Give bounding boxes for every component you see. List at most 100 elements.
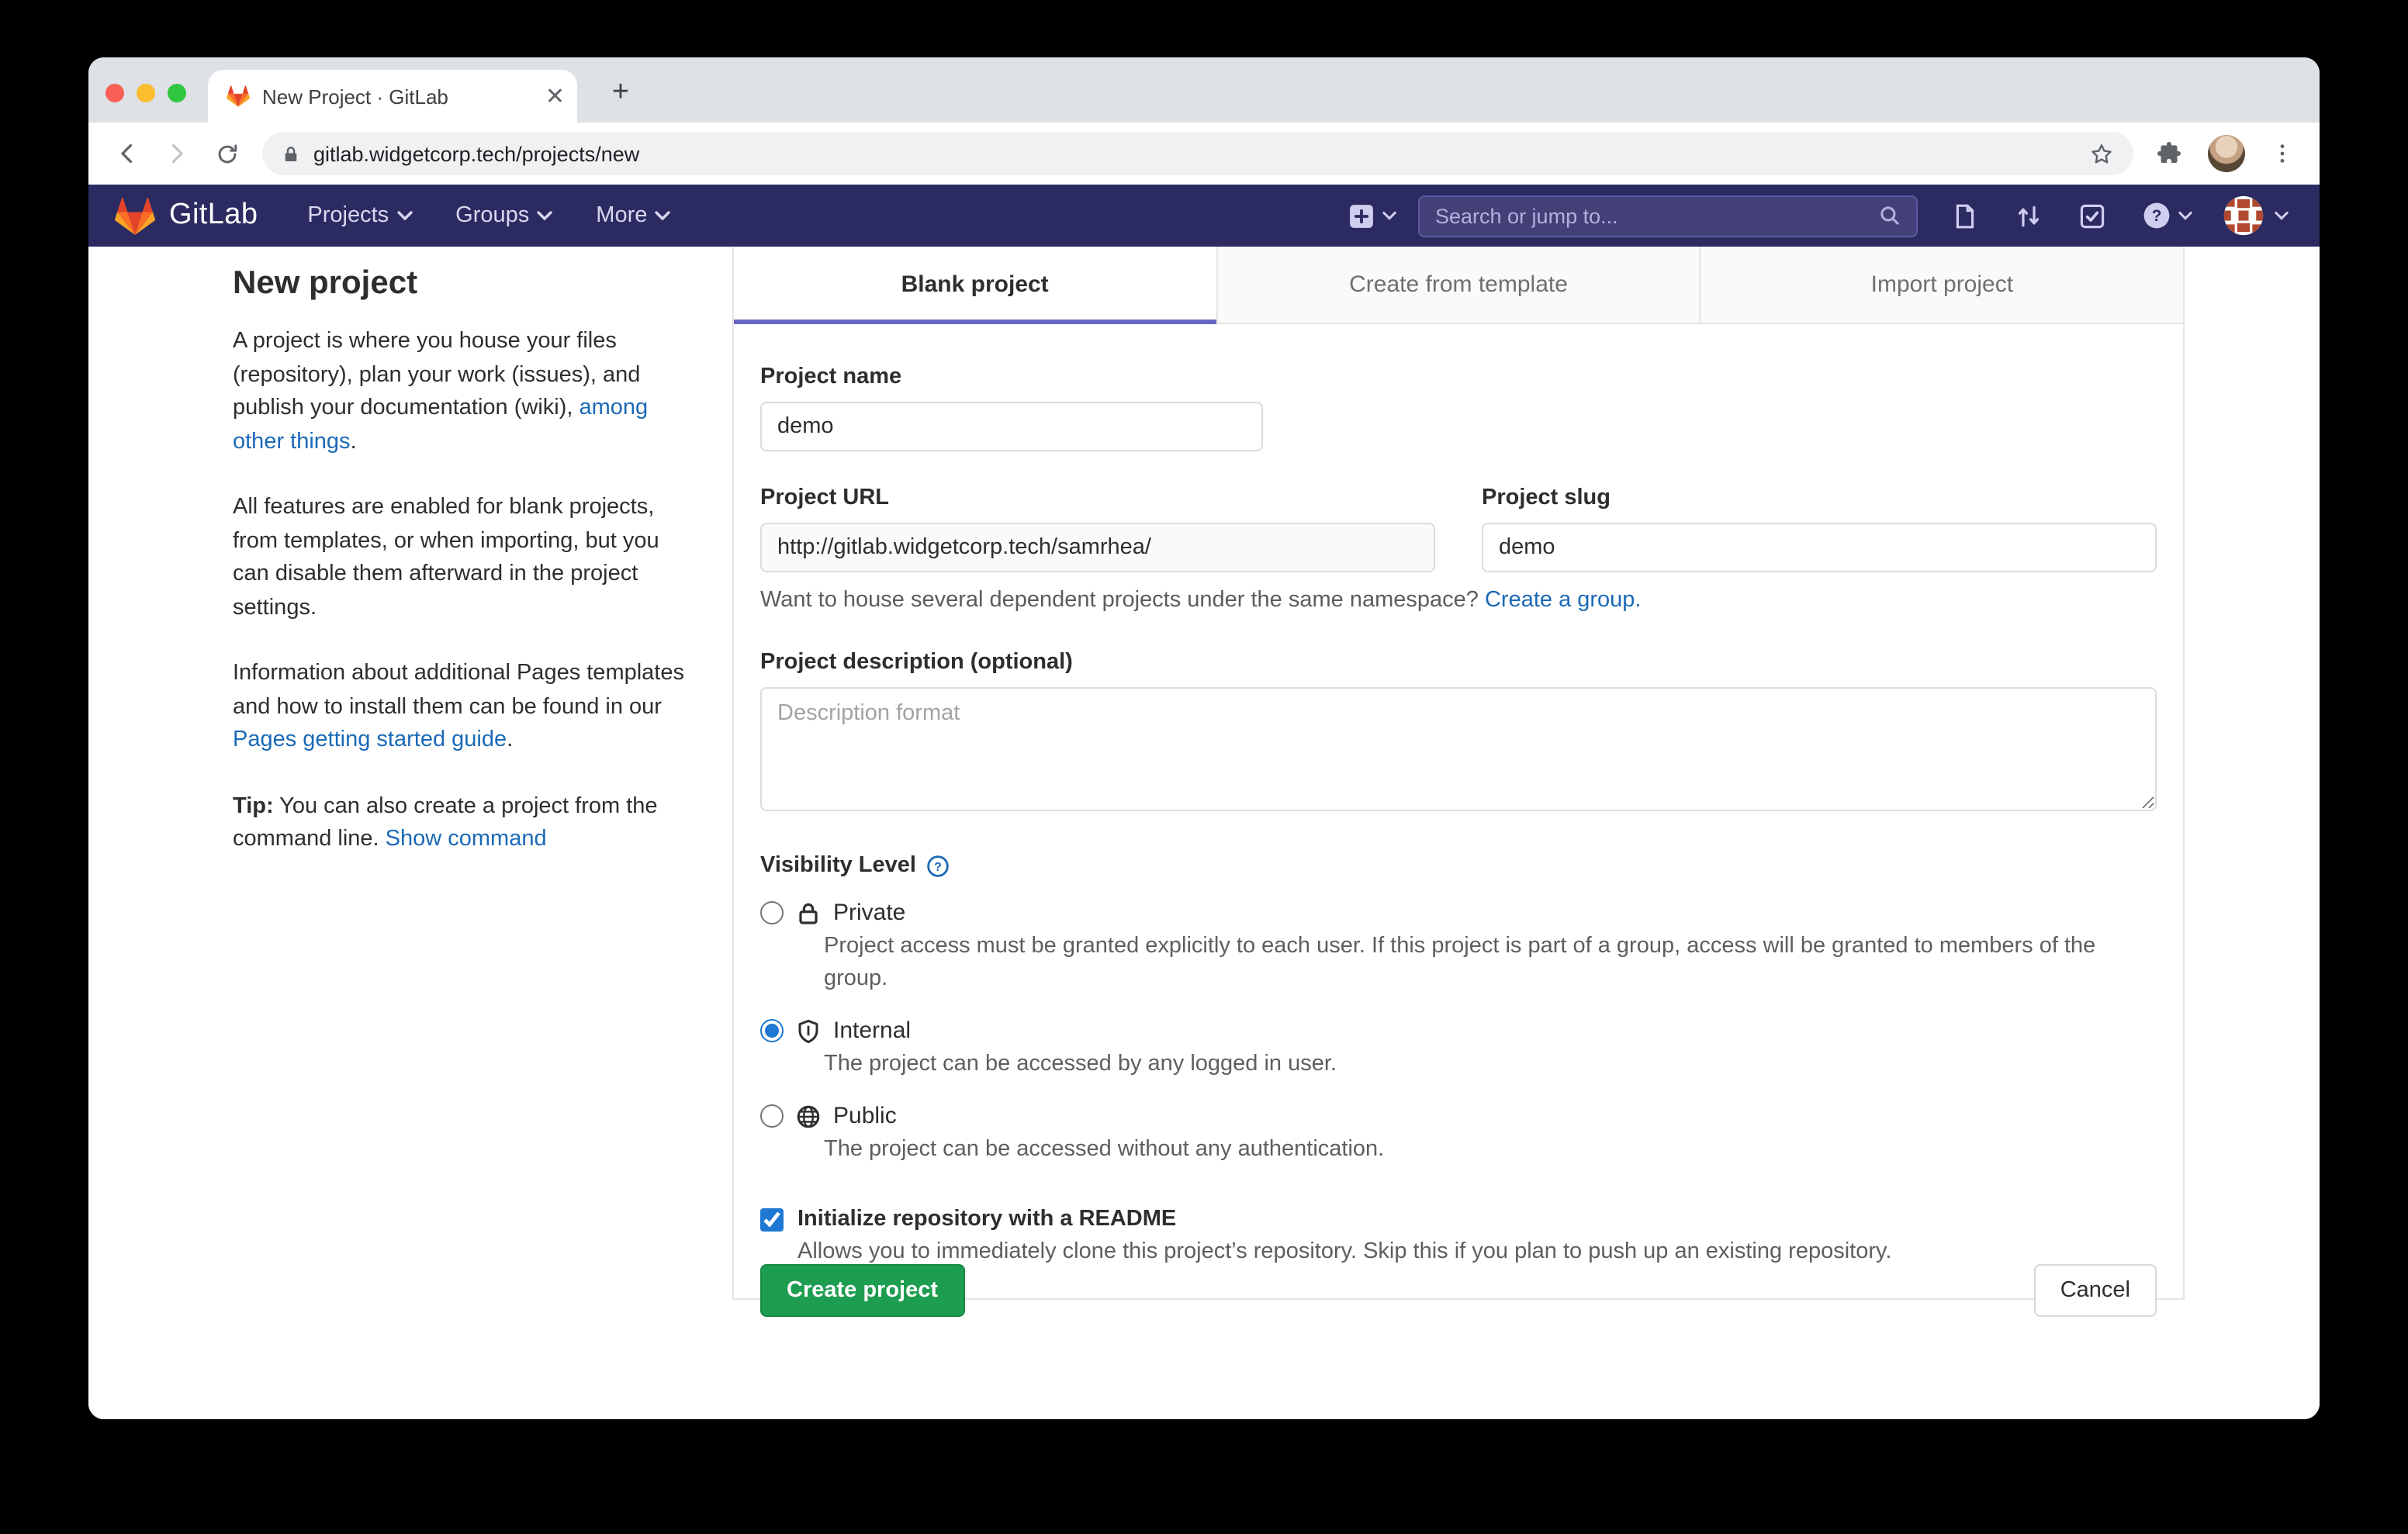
create-project-button[interactable]: Create project <box>760 1264 964 1317</box>
browser-toolbar: gitlab.widgetcorp.tech/projects/new <box>88 123 2320 185</box>
gitlab-nav-icons: ? <box>1952 202 2192 230</box>
readme-desc: Allows you to immediately clone this pro… <box>797 1239 2157 1264</box>
merge-requests-icon[interactable] <box>2015 202 2042 229</box>
browser-menu-kebab-icon[interactable] <box>2270 141 2295 166</box>
toolbar-extras <box>2155 135 2295 172</box>
sidebar-paragraph: Information about additional Pages templ… <box>233 658 687 758</box>
page-title: New project <box>233 265 687 302</box>
project-name-label: Project name <box>760 364 2157 389</box>
project-slug-input[interactable] <box>1482 523 2157 572</box>
nav-more[interactable]: More <box>596 203 670 228</box>
nav-projects[interactable]: Projects <box>307 203 412 228</box>
bookmark-star-icon[interactable] <box>2088 140 2115 167</box>
svg-text:?: ? <box>935 860 943 873</box>
tab-title: New Project · GitLab <box>262 85 533 108</box>
search-icon <box>1879 205 1901 226</box>
visibility-option-desc: Project access must be granted explicitl… <box>824 931 2157 996</box>
tab-close-icon[interactable]: ✕ <box>545 85 565 108</box>
svg-text:?: ? <box>2152 207 2162 225</box>
internal-radio[interactable] <box>760 1019 784 1042</box>
help-menu-button[interactable]: ? <box>2143 202 2192 230</box>
minimize-window-icon[interactable] <box>137 84 155 102</box>
visibility-option-desc: The project can be accessed by any logge… <box>824 1049 2157 1081</box>
tab-create-from-template[interactable]: Create from template <box>1216 247 1699 323</box>
project-slug-label: Project slug <box>1482 485 2157 510</box>
tab-import-project[interactable]: Import project <box>1700 247 2183 323</box>
issues-icon[interactable] <box>1952 202 1978 229</box>
visibility-option-name: Private <box>833 900 905 926</box>
forward-arrow-icon <box>163 140 191 168</box>
chevron-down-icon <box>2178 211 2192 220</box>
visibility-option-name: Public <box>833 1103 897 1129</box>
chevron-down-icon <box>655 211 670 220</box>
new-project-panel: Blank project Create from template Impor… <box>732 247 2185 1300</box>
lock-icon <box>281 143 301 164</box>
gitlab-favicon <box>227 85 250 107</box>
browser-tab[interactable]: New Project · GitLab ✕ <box>208 70 577 123</box>
zoom-window-icon[interactable] <box>168 84 186 102</box>
nav-groups[interactable]: Groups <box>455 203 552 228</box>
help-icon: ? <box>2143 202 2171 230</box>
tab-blank-project[interactable]: Blank project <box>734 247 1216 323</box>
chevron-down-icon <box>1382 211 1396 220</box>
user-avatar <box>2223 195 2264 236</box>
new-menu-button[interactable] <box>1348 202 1396 229</box>
browser-tabstrip: New Project · GitLab ✕ + <box>88 57 2320 123</box>
visibility-option-desc: The project can be accessed without any … <box>824 1134 2157 1166</box>
user-menu-button[interactable] <box>2223 195 2289 236</box>
screen: New Project · GitLab ✕ + gitlab.widgetc <box>0 0 2408 1534</box>
readme-checkbox[interactable] <box>760 1208 784 1231</box>
readme-label: Initialize repository with a README <box>797 1207 1176 1232</box>
cancel-button[interactable]: Cancel <box>2034 1264 2157 1317</box>
globe-icon <box>796 1104 821 1128</box>
chevron-down-icon <box>396 211 412 220</box>
show-command-link[interactable]: Show command <box>386 827 547 852</box>
private-radio[interactable] <box>760 901 784 924</box>
gitlab-tanuki-icon <box>115 196 155 235</box>
sidebar: New project A project is where you house… <box>233 265 687 890</box>
chevron-down-icon <box>2275 211 2289 220</box>
project-description-label: Project description (optional) <box>760 650 2157 675</box>
project-name-input[interactable] <box>760 402 1263 451</box>
blank-project-form: Project name Project URL Project slug <box>734 324 2183 1335</box>
back-arrow-icon <box>113 140 141 168</box>
readme-section: Initialize repository with a README Allo… <box>760 1207 2157 1264</box>
gitlab-logo[interactable]: GitLab <box>115 196 258 235</box>
url-text: gitlab.widgetcorp.tech/projects/new <box>313 142 2076 165</box>
namespace-hint: Want to house several dependent projects… <box>760 588 2157 613</box>
visibility-help-icon[interactable]: ? <box>927 854 950 877</box>
browser-window: New Project · GitLab ✕ + gitlab.widgetc <box>88 57 2320 1419</box>
extensions-puzzle-icon[interactable] <box>2155 140 2183 168</box>
shield-icon <box>796 1018 821 1043</box>
address-bar[interactable]: gitlab.widgetcorp.tech/projects/new <box>262 132 2133 175</box>
public-radio[interactable] <box>760 1104 784 1128</box>
forward-button[interactable] <box>154 130 200 177</box>
sidebar-tip: Tip: You can also create a project from … <box>233 790 687 857</box>
back-button[interactable] <box>104 130 150 177</box>
pages-guide-link[interactable]: Pages getting started guide <box>233 727 507 752</box>
project-description-input[interactable] <box>760 687 2157 811</box>
chevron-down-icon <box>537 211 552 220</box>
create-group-link[interactable]: Create a group. <box>1485 588 1642 613</box>
form-actions: Create project Cancel <box>760 1264 2157 1317</box>
gitlab-navbar: GitLab Projects Groups More <box>88 185 2320 247</box>
new-tab-button[interactable]: + <box>600 73 641 113</box>
visibility-option-public: Public The project can be accessed witho… <box>760 1103 2157 1166</box>
plus-square-icon <box>1348 202 1375 229</box>
visibility-option-name: Internal <box>833 1017 911 1044</box>
sidebar-paragraph: All features are enabled for blank proje… <box>233 492 687 625</box>
visibility-level-label: Visibility Level ? <box>760 853 2157 878</box>
search-input[interactable] <box>1435 204 1879 227</box>
reload-button[interactable] <box>203 130 250 177</box>
lock-icon <box>796 900 821 925</box>
project-url-input[interactable] <box>760 523 1435 572</box>
project-type-tabs: Blank project Create from template Impor… <box>734 247 2183 324</box>
reload-icon <box>213 140 240 167</box>
gitlab-nav-right: ? <box>1348 195 2289 237</box>
browser-profile-avatar[interactable] <box>2208 135 2245 172</box>
visibility-option-internal: Internal The project can be accessed by … <box>760 1017 2157 1081</box>
close-window-icon[interactable] <box>106 84 124 102</box>
gitlab-nav-links: Projects Groups More <box>307 203 670 228</box>
search-box[interactable] <box>1418 195 1918 237</box>
todos-icon[interactable] <box>2079 202 2105 229</box>
